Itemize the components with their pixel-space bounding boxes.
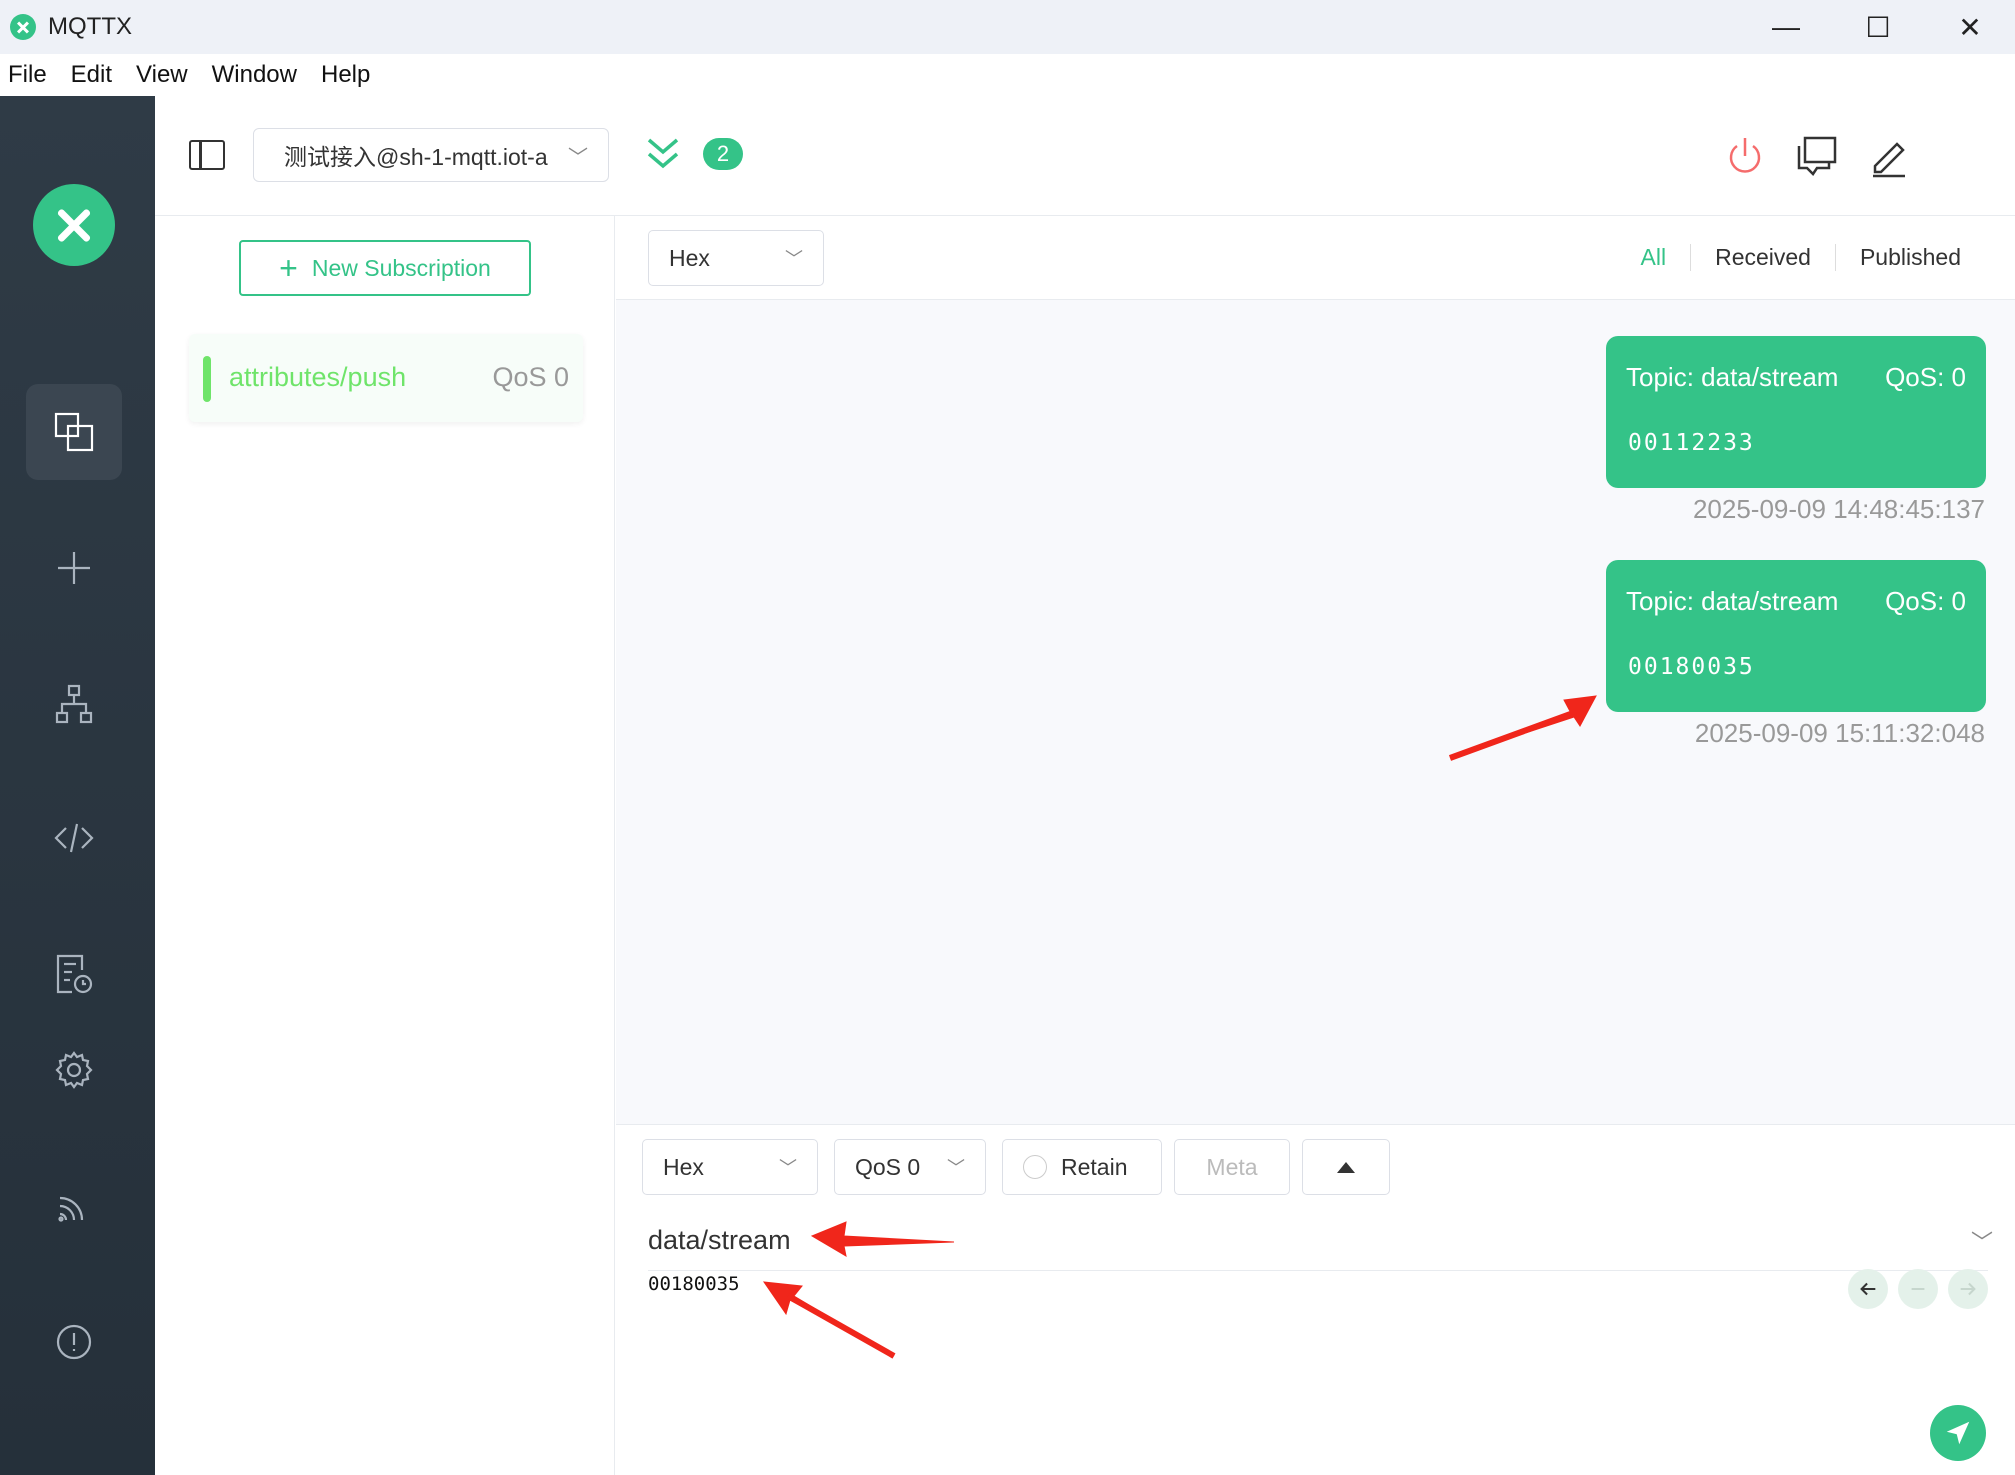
menu-window[interactable]: Window — [212, 61, 297, 89]
history-reset-icon[interactable] — [1898, 1269, 1938, 1309]
message-topic: Topic: data/stream — [1626, 362, 1839, 392]
message-payload: 00112233 — [1628, 430, 1755, 456]
send-arrow-icon — [1946, 1421, 1970, 1445]
nav-connections-icon[interactable] — [26, 384, 122, 480]
publish-format-value: Hex — [663, 1153, 704, 1180]
expand-toggle-button[interactable] — [1302, 1139, 1390, 1195]
left-nav — [0, 96, 155, 1475]
connection-name: 测试接入@sh-1-mqtt.iot-a — [284, 144, 548, 170]
menu-bar: File Edit View Window Help — [0, 54, 2015, 96]
published-message-bubble[interactable]: Topic: data/stream QoS: 0 00112233 — [1606, 336, 1986, 488]
publish-panel: Hex ﹀ QoS 0 ﹀ Retain Meta data/stream ﹀ … — [616, 1124, 2015, 1475]
menu-edit[interactable]: Edit — [71, 61, 112, 89]
publish-qos-select[interactable]: QoS 0 ﹀ — [834, 1139, 986, 1195]
chevron-down-icon[interactable]: ﹀ — [1971, 1225, 1993, 1257]
retain-label: Retain — [1061, 1153, 1128, 1180]
tab-received[interactable]: Received — [1690, 244, 1835, 271]
history-forward-arrow-icon[interactable] — [1948, 1269, 1988, 1309]
chevron-down-icon: ﹀ — [785, 249, 803, 269]
app-logo-icon — [10, 14, 36, 40]
retain-toggle[interactable]: Retain — [1002, 1139, 1162, 1195]
message-payload: 00180035 — [1628, 654, 1755, 680]
meta-button[interactable]: Meta — [1174, 1139, 1290, 1195]
subscription-topic: attributes/push — [229, 362, 407, 392]
maximize-button[interactable]: ☐ — [1832, 0, 1924, 54]
window-title: MQTTX — [48, 13, 132, 40]
message-qos: QoS: 0 — [1885, 362, 1966, 392]
new-subscription-button[interactable]: + New Subscription — [239, 240, 531, 296]
menu-view[interactable]: View — [136, 61, 188, 89]
publish-topic-input[interactable]: data/stream — [648, 1211, 1988, 1271]
chevron-down-icon: ﹀ — [947, 1158, 965, 1178]
mqttx-logo-icon — [33, 184, 115, 266]
publish-payload-editor[interactable]: 00180035 — [648, 1273, 740, 1295]
subscription-count-badge: 2 — [703, 138, 743, 170]
menu-file[interactable]: File — [8, 61, 47, 89]
nav-subscriptions-feed-icon[interactable] — [26, 1158, 122, 1254]
message-qos: QoS: 0 — [1885, 586, 1966, 616]
chevron-down-icon: ﹀ — [779, 1158, 797, 1178]
subscription-qos: QoS 0 — [492, 362, 569, 392]
message-type-tabs: All Received Published — [1617, 244, 1985, 271]
nav-log-icon[interactable] — [26, 926, 122, 1022]
close-button[interactable]: ✕ — [1924, 0, 2015, 54]
minimize-button[interactable]: — — [1740, 0, 1832, 54]
message-filter-bar: Hex ﹀ All Received Published — [616, 216, 2015, 300]
nav-script-icon[interactable] — [26, 790, 122, 886]
tab-all[interactable]: All — [1617, 244, 1691, 271]
chevron-down-icon: ﹀ — [568, 147, 588, 169]
caret-up-icon — [1337, 1161, 1355, 1173]
history-back-arrow-icon[interactable] — [1848, 1269, 1888, 1309]
disconnect-power-icon[interactable] — [1723, 134, 1767, 178]
message-time: 2025-09-09 15:11:32:048 — [1694, 718, 1985, 748]
retain-radio-icon — [1023, 1155, 1047, 1179]
send-message-button[interactable] — [1930, 1405, 1986, 1461]
more-options-icon[interactable] — [1941, 134, 1985, 178]
publish-qos-value: QoS 0 — [855, 1153, 921, 1180]
plus-icon: + — [279, 250, 298, 286]
nav-new-connection-icon[interactable] — [26, 520, 122, 616]
subscription-item[interactable]: attributes/push QoS 0 — [189, 334, 583, 422]
payload-format-value: Hex — [669, 244, 710, 271]
message-time: 2025-09-09 14:48:45:137 — [1692, 494, 1985, 524]
new-window-chat-icon[interactable] — [1795, 134, 1839, 178]
subscription-color-bar — [203, 356, 211, 402]
menu-help[interactable]: Help — [321, 61, 370, 89]
nav-topology-icon[interactable] — [26, 656, 122, 752]
publish-topic-value: data/stream — [648, 1225, 791, 1255]
sidebar-toggle-icon[interactable] — [189, 140, 225, 170]
title-bar: MQTTX — ☐ ✕ — [0, 0, 2015, 54]
nav-about-icon[interactable] — [26, 1294, 122, 1390]
edit-pencil-icon[interactable] — [1867, 134, 1911, 178]
published-message-bubble[interactable]: Topic: data/stream QoS: 0 00180035 — [1606, 560, 1986, 712]
collapse-double-chevron-icon[interactable] — [643, 132, 683, 176]
new-subscription-label: New Subscription — [311, 254, 491, 281]
nav-settings-icon[interactable] — [26, 1022, 122, 1118]
subscription-panel: + New Subscription attributes/push QoS 0 — [155, 216, 615, 1475]
payload-format-select[interactable]: Hex ﹀ — [648, 230, 824, 286]
meta-label: Meta — [1206, 1153, 1258, 1180]
message-panel: Hex ﹀ All Received Published Topic: data… — [616, 216, 2015, 1124]
connection-toolbar: 测试接入@sh-1-mqtt.iot-a ﹀ 2 — [155, 96, 2015, 216]
publish-format-select[interactable]: Hex ﹀ — [642, 1139, 818, 1195]
message-topic: Topic: data/stream — [1626, 586, 1839, 616]
connection-select[interactable]: 测试接入@sh-1-mqtt.iot-a ﹀ — [253, 128, 609, 182]
tab-published[interactable]: Published — [1834, 244, 1985, 271]
